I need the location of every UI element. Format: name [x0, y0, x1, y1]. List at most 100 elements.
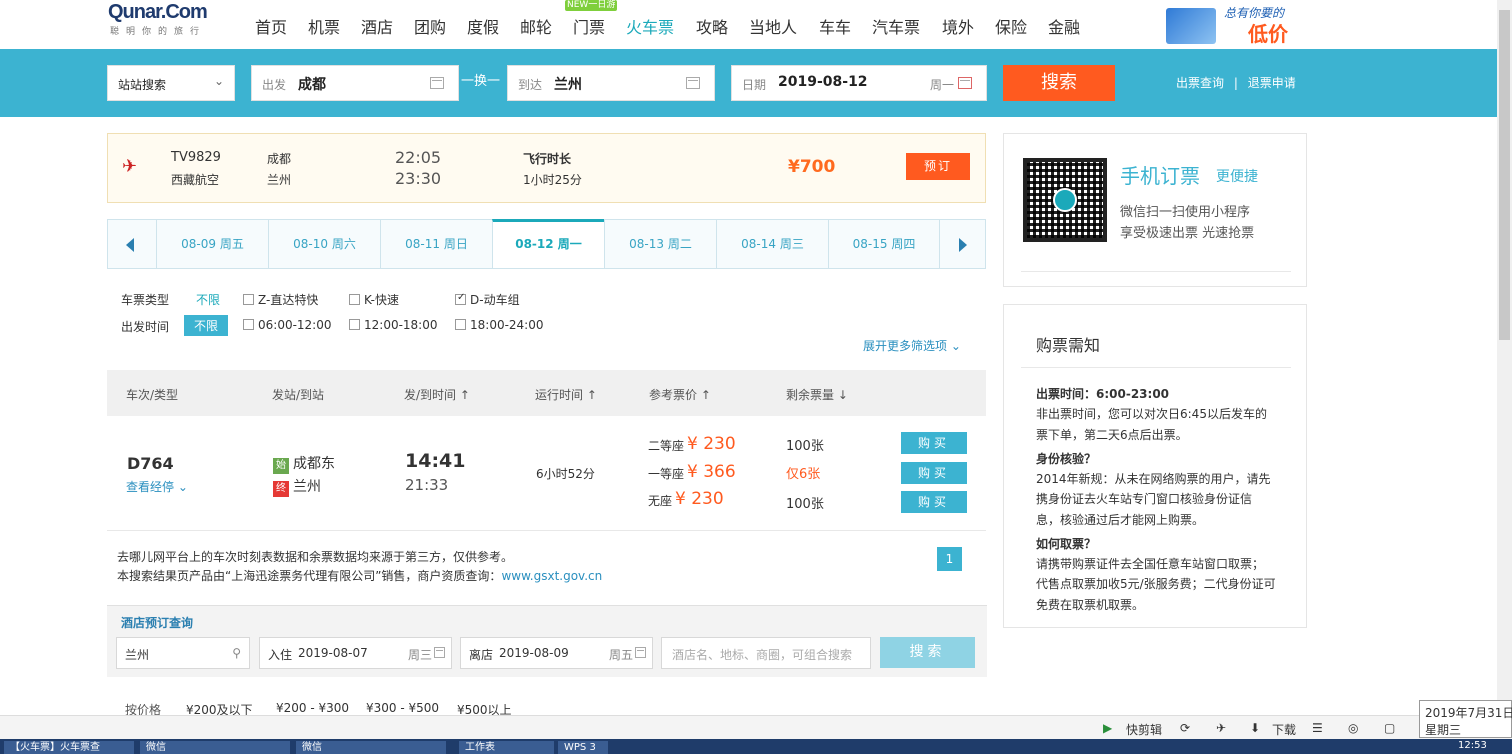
date-tab[interactable]: 08-14 周三 — [716, 220, 828, 268]
taskbar-item-browser[interactable]: 【火车票】火车票查 — [4, 741, 134, 754]
station-list-icon[interactable] — [430, 77, 444, 89]
browser-icon[interactable]: ◎ — [1348, 721, 1358, 735]
pin-icon[interactable]: ✈ — [1216, 721, 1226, 735]
departure-time-label: 出发时间 — [121, 320, 170, 334]
logo-slogan: 聪明你的旅行 — [110, 27, 207, 37]
calendar-icon[interactable] — [958, 77, 972, 89]
ticket-type-unlimited[interactable]: 不限 — [196, 291, 220, 308]
departure-label: 出发 — [262, 78, 287, 92]
nav-cars[interactable]: 车车 — [819, 14, 851, 38]
download-label[interactable]: 下载 — [1272, 721, 1296, 738]
promo-banner[interactable]: 总有你要的 低价 — [1166, 2, 1311, 46]
filter-k-fast[interactable]: K-快速 — [349, 291, 399, 308]
filter-time-evening[interactable]: 18:00-24:00 — [455, 318, 544, 332]
nav-hotels[interactable]: 酒店 — [361, 14, 393, 38]
quick-edit-label[interactable]: 快剪辑 — [1126, 721, 1162, 738]
date-tab[interactable]: 08-10 周六 — [268, 220, 380, 268]
buy-button[interactable]: 购买 — [901, 462, 967, 484]
taskbar-item-wps[interactable]: WPS 3 — [558, 741, 608, 754]
vertical-scrollbar[interactable] — [1497, 0, 1512, 715]
checkbox-icon[interactable] — [243, 319, 254, 330]
notice-line: 2014年新规：从未在网络购票的用户，请先 — [1036, 472, 1271, 486]
checkout-weekday: 周五 — [609, 648, 634, 662]
hotel-city-input[interactable]: 兰州 ⚲ — [116, 637, 250, 669]
nav-home[interactable]: 首页 — [255, 14, 287, 38]
mobile-line1: 微信扫一扫使用小程序 — [1120, 205, 1251, 220]
date-tab[interactable]: 08-11 周日 — [380, 220, 492, 268]
reader-icon[interactable]: ☰ — [1312, 721, 1323, 735]
date-field[interactable]: 日期 2019-08-12 周一 — [731, 65, 987, 101]
filter-z-express[interactable]: Z-直达特快 — [243, 291, 318, 308]
download-icon[interactable]: ⬇ — [1250, 721, 1260, 735]
arrival-field[interactable]: 到达 兰州 — [507, 65, 715, 101]
search-mode-select[interactable]: 站站搜索 ⌄ — [107, 65, 235, 101]
date-tab[interactable]: 08-13 周二 — [604, 220, 716, 268]
taskbar-item-wechat-2[interactable]: 微信 — [296, 741, 446, 754]
checkbox-icon[interactable] — [349, 294, 360, 305]
col-remaining[interactable]: 剩余票量 ↓ — [786, 386, 848, 403]
quick-edit-icon[interactable]: ▶ — [1103, 721, 1112, 735]
filter-d-emu[interactable]: D-动车组 — [455, 291, 520, 308]
nav-vacation[interactable]: 度假 — [467, 14, 499, 38]
nav-tickets[interactable]: 门票 — [573, 14, 605, 38]
col-times[interactable]: 发/到时间 ↑ — [404, 386, 470, 403]
refresh-icon[interactable]: ⟳ — [1180, 721, 1190, 735]
col-duration[interactable]: 运行时间 ↑ — [535, 386, 597, 403]
chevron-down-icon: ⌄ — [177, 480, 188, 494]
price-option[interactable]: ¥200 - ¥300 — [276, 701, 349, 715]
nav-locals[interactable]: 当地人 — [749, 14, 797, 38]
filter-time-afternoon[interactable]: 12:00-18:00 — [349, 318, 438, 332]
buy-button[interactable]: 购买 — [901, 432, 967, 454]
refund-link[interactable]: 退票申请 — [1248, 76, 1296, 90]
nav-groupbuy[interactable]: 团购 — [414, 14, 446, 38]
window-icon[interactable]: ▢ — [1384, 721, 1395, 735]
nav-finance[interactable]: 金融 — [1048, 14, 1080, 38]
departure-field[interactable]: 出发 成都 — [251, 65, 459, 101]
expand-more-filters-link[interactable]: 展开更多筛选项 ⌄ — [863, 337, 961, 354]
notice-line: 免费在取票机取票。 — [1036, 598, 1145, 612]
next-dates-arrow-icon[interactable] — [959, 238, 967, 252]
checkout-input[interactable]: 离店 2019-08-09 周五 — [460, 637, 653, 669]
ticket-query-link[interactable]: 出票查询 — [1176, 76, 1224, 90]
nav-bus-tickets[interactable]: 汽车票 — [872, 14, 920, 38]
taskbar-item-worksheet[interactable]: 工作表 — [459, 741, 554, 754]
nav-overseas[interactable]: 境外 — [942, 14, 974, 38]
checkbox-icon[interactable] — [455, 319, 466, 330]
swap-stations-button[interactable]: 一换一 — [461, 70, 500, 89]
hotel-keyword-input[interactable]: 酒店名、地标、商圈，可组合搜索 — [661, 637, 871, 669]
departure-time-unlimited[interactable]: 不限 — [184, 315, 229, 336]
nav-insurance[interactable]: 保险 — [995, 14, 1027, 38]
search-button[interactable]: 搜索 — [1003, 65, 1115, 101]
station-list-icon[interactable] — [686, 77, 700, 89]
checkbox-icon[interactable] — [243, 294, 254, 305]
nav-cruise[interactable]: 邮轮 — [520, 14, 552, 38]
view-stops-link[interactable]: 查看经停 ⌄ — [126, 478, 188, 495]
nav-flights[interactable]: 机票 — [308, 14, 340, 38]
filter-time-morning[interactable]: 06:00-12:00 — [243, 318, 332, 332]
checkbox-checked-icon[interactable] — [455, 292, 466, 305]
qunar-logo[interactable]: Qunar.Com 聪明你的旅行 — [108, 0, 238, 42]
prev-dates-arrow-icon[interactable] — [126, 238, 134, 252]
price-option[interactable]: ¥300 - ¥500 — [366, 701, 439, 715]
hotel-search-button[interactable]: 搜索 — [880, 637, 975, 668]
date-tab-active[interactable]: 08-12 周一 — [492, 219, 604, 268]
nav-guides[interactable]: 攻略 — [696, 14, 728, 38]
checkin-input[interactable]: 入住 2019-08-07 周三 — [259, 637, 452, 669]
col-price[interactable]: 参考票价 ↑ — [649, 386, 711, 403]
filter-d-label: D-动车组 — [470, 293, 520, 307]
notice-line: 如何取票？ — [1036, 537, 1097, 551]
date-tab[interactable]: 08-15 周四 — [828, 220, 940, 268]
seat-price: ¥ 366 — [687, 462, 736, 482]
flight-book-button[interactable]: 预订 — [906, 153, 970, 180]
buy-button[interactable]: 购买 — [901, 491, 967, 513]
gsxt-link[interactable]: www.gsxt.gov.cn — [501, 569, 602, 583]
taskbar-item-wechat[interactable]: 微信 — [140, 741, 290, 754]
scrollbar-thumb[interactable] — [1499, 10, 1510, 340]
taskbar-clock[interactable]: 12:53 — [1458, 740, 1487, 751]
end-station-tag: 终 — [273, 481, 289, 497]
notice-line: 非出票时间，您可以对次日6:45以后发车的 — [1036, 407, 1267, 421]
nav-train-tickets[interactable]: 火车票 — [626, 14, 674, 38]
date-tab[interactable]: 08-09 周五 — [156, 220, 268, 268]
pagination-page-1[interactable]: 1 — [937, 547, 962, 571]
checkbox-icon[interactable] — [349, 319, 360, 330]
